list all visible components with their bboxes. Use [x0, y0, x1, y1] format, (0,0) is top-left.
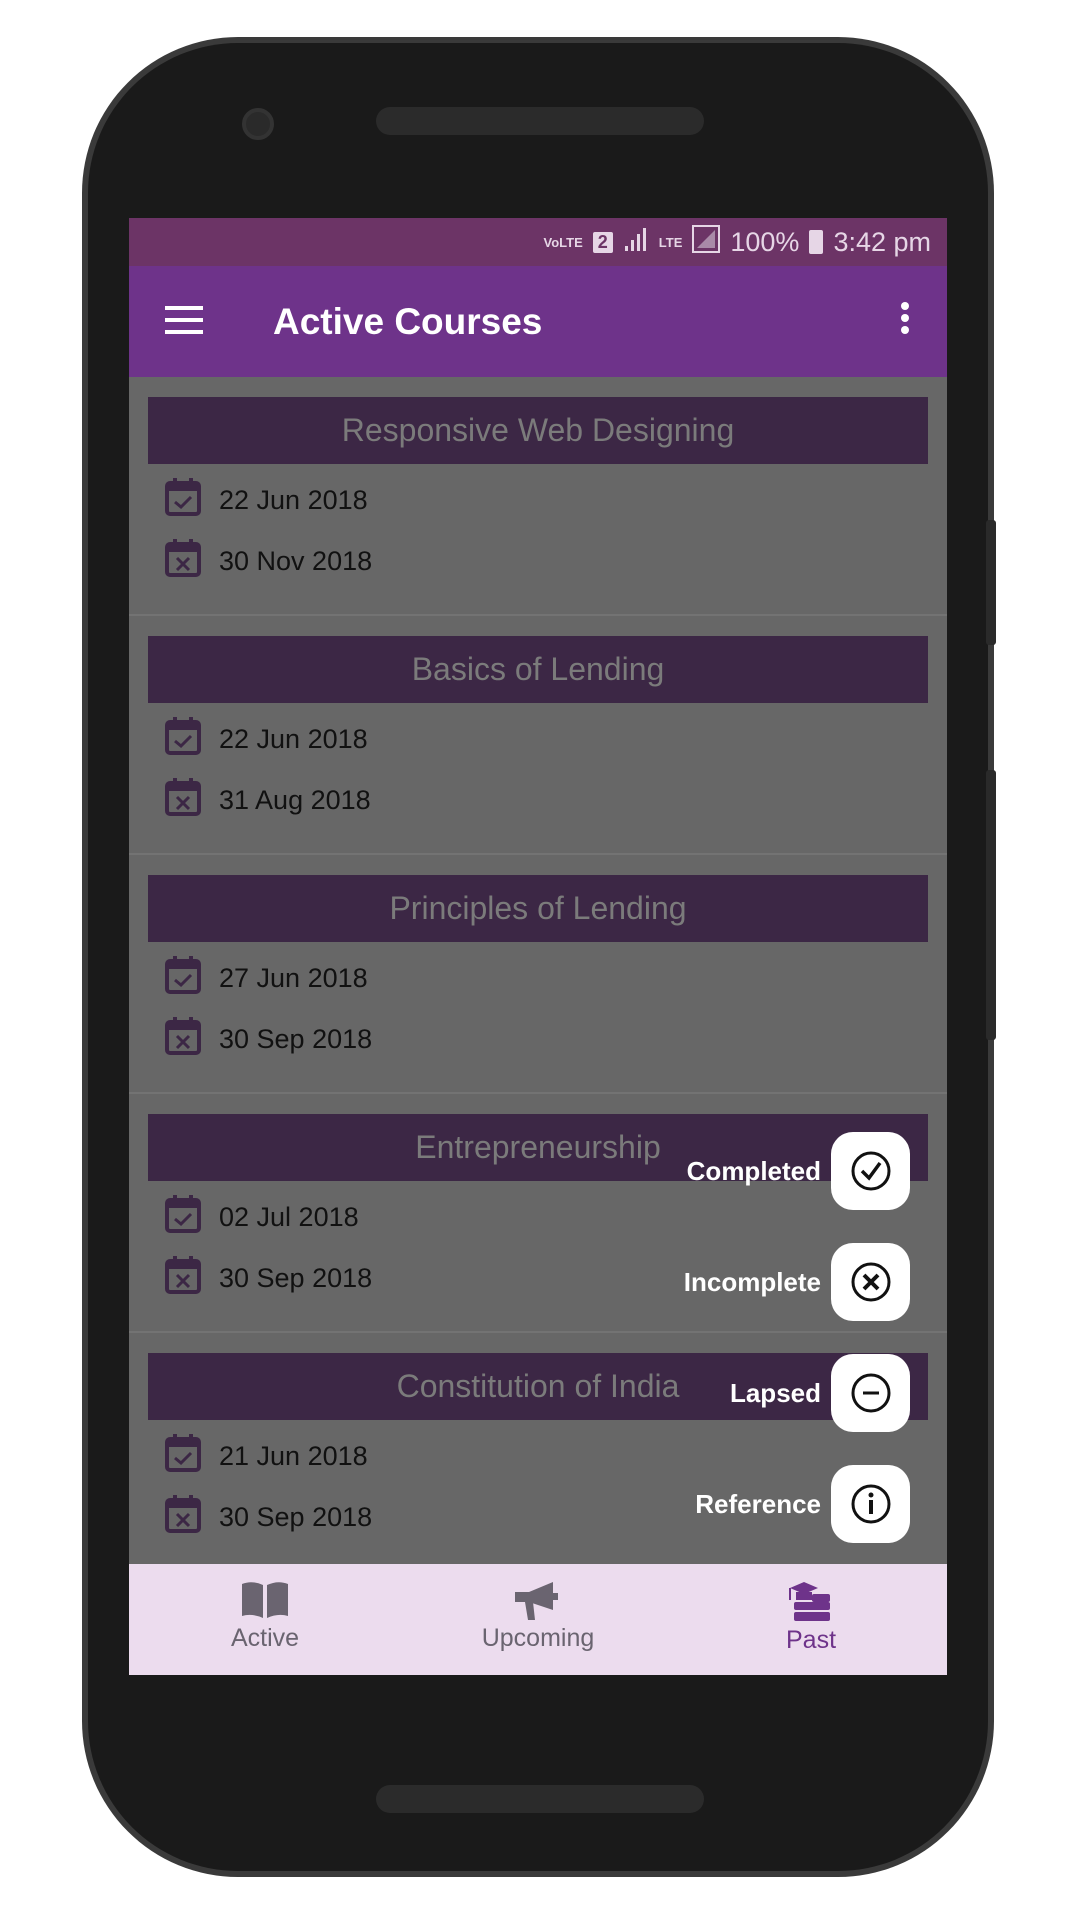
course-title: Basics of Lending — [148, 636, 928, 703]
book-icon — [242, 1582, 288, 1618]
end-date-row: 31 Aug 2018 — [165, 777, 371, 823]
calendar-check-icon — [165, 955, 201, 1001]
fab-label: Reference — [695, 1488, 821, 1519]
nav-active[interactable]: Active — [129, 1564, 401, 1675]
nav-label: Past — [785, 1626, 837, 1654]
hamburger-menu-icon[interactable] — [165, 306, 203, 334]
end-date-row: 30 Sep 2018 — [165, 1494, 373, 1540]
power-button — [986, 770, 996, 1040]
x-circle-icon — [851, 1262, 890, 1302]
start-date: 27 Jun 2018 — [219, 962, 368, 993]
nav-past[interactable]: Past — [675, 1564, 947, 1675]
fab-label: Lapsed — [729, 1377, 821, 1408]
end-date: 30 Sep 2018 — [219, 1023, 373, 1054]
start-date-row: 22 Jun 2018 — [165, 477, 368, 523]
minus-circle-icon — [851, 1373, 890, 1413]
status-bar: VoLTE 2 LTE 100% 3:42 pm — [129, 218, 947, 266]
volume-button — [986, 520, 996, 645]
fab-menu-item-incomplete[interactable]: Incomplete — [684, 1243, 910, 1321]
start-date-row: 02 Jul 2018 — [165, 1194, 359, 1240]
start-date: 22 Jun 2018 — [219, 723, 368, 754]
info-circle-button[interactable] — [831, 1465, 910, 1543]
nav-upcoming[interactable]: Upcoming — [402, 1564, 674, 1675]
end-date-row: 30 Sep 2018 — [165, 1255, 373, 1301]
camera — [242, 108, 274, 140]
calendar-x-icon — [165, 1494, 201, 1540]
calendar-check-icon — [165, 1433, 201, 1479]
calendar-x-icon — [165, 538, 201, 584]
megaphone-icon — [515, 1582, 558, 1620]
page-title: Active Courses — [273, 301, 543, 342]
fab-menu-item-completed[interactable]: Completed — [687, 1132, 910, 1210]
start-date: 02 Jul 2018 — [219, 1201, 359, 1232]
info-circle-icon — [851, 1484, 890, 1524]
start-date: 21 Jun 2018 — [219, 1440, 368, 1471]
bottom-speaker — [376, 1785, 704, 1813]
signal-icon — [623, 226, 649, 259]
clock: 3:42 pm — [833, 226, 931, 257]
calendar-x-icon — [165, 1016, 201, 1062]
check-circle-button[interactable] — [831, 1132, 910, 1210]
nav-label: Upcoming — [481, 1624, 595, 1652]
graduation-books-icon — [789, 1582, 830, 1621]
calendar-x-icon — [165, 777, 201, 823]
fab-label: Completed — [686, 1155, 821, 1186]
course-title: Principles of Lending — [148, 875, 928, 942]
nav-label: Active — [230, 1624, 300, 1652]
course-card[interactable]: Responsive Web Designing 22 Jun 2018 30 … — [129, 377, 947, 616]
bottom-navigation: Active Upcoming Past — [129, 1564, 947, 1675]
fab-menu-item-lapsed[interactable]: Lapsed — [730, 1354, 910, 1432]
volte-icon: VoLTE — [543, 234, 583, 250]
course-card[interactable]: Basics of Lending 22 Jun 2018 31 Aug 201… — [129, 616, 947, 855]
calendar-check-icon — [165, 477, 201, 523]
top-speaker — [376, 107, 704, 135]
start-date-row: 22 Jun 2018 — [165, 716, 368, 762]
app-bar: Active Courses — [129, 266, 947, 377]
fab-menu-item-reference[interactable]: Reference — [695, 1465, 910, 1543]
end-date-row: 30 Sep 2018 — [165, 1016, 373, 1062]
start-date: 22 Jun 2018 — [219, 484, 368, 515]
signal-2-icon — [692, 224, 721, 260]
check-circle-icon — [851, 1151, 890, 1191]
fab-label: Incomplete — [683, 1266, 821, 1297]
course-title: Responsive Web Designing — [148, 397, 928, 464]
start-date-row: 21 Jun 2018 — [165, 1433, 368, 1479]
end-date-row: 30 Nov 2018 — [165, 538, 373, 584]
lte-icon: LTE — [658, 234, 683, 250]
course-card[interactable]: Principles of Lending 27 Jun 2018 30 Sep… — [129, 855, 947, 1094]
start-date-row: 27 Jun 2018 — [165, 955, 368, 1001]
end-date: 31 Aug 2018 — [219, 784, 371, 815]
calendar-check-icon — [165, 716, 201, 762]
end-date: 30 Nov 2018 — [219, 545, 373, 576]
end-date: 30 Sep 2018 — [219, 1501, 373, 1532]
minus-circle-button[interactable] — [831, 1354, 910, 1432]
calendar-check-icon — [165, 1194, 201, 1240]
screen: VoLTE 2 LTE 100% 3:42 pm Active Courses … — [129, 218, 947, 1675]
battery-level: 100% — [730, 226, 800, 257]
sim-icon: 2 — [592, 231, 613, 253]
battery-icon — [809, 230, 824, 254]
more-options-icon[interactable] — [901, 302, 909, 338]
end-date: 30 Sep 2018 — [219, 1262, 373, 1293]
x-circle-button[interactable] — [831, 1243, 910, 1321]
calendar-x-icon — [165, 1255, 201, 1301]
